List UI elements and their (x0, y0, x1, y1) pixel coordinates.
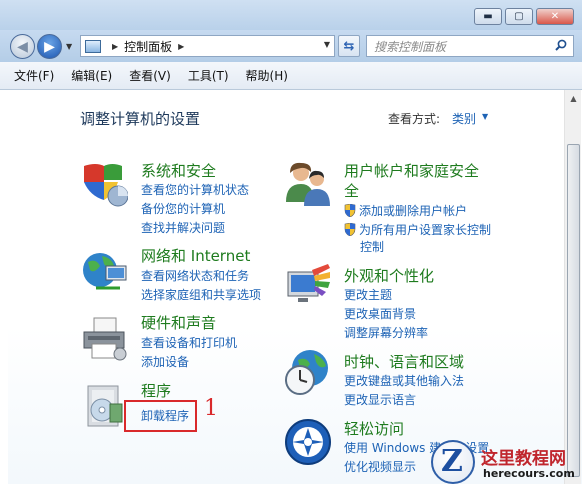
menu-tools[interactable]: 工具(T) (188, 67, 229, 84)
category-title-clock-language[interactable]: 时钟、语言和区域 (344, 351, 464, 372)
link-parental-controls-label[interactable]: 为所有用户设置家长控制 (359, 223, 491, 237)
link-change-background[interactable]: 更改桌面背景 (344, 305, 416, 322)
minimize-button[interactable]: ▬ (474, 8, 502, 25)
watermark: Z 这里教程网 herecours.com (431, 440, 582, 484)
navigation-bar: ◀ ▶ ▼ ▶ 控制面板 ▶ ▼ ⇆ 搜索控制面板 (0, 30, 582, 62)
clock-globe-icon[interactable] (284, 348, 332, 396)
watermark-url: herecours.com (483, 467, 575, 480)
annotation-step-number: 1 (204, 396, 218, 421)
annotation-highlight-box (124, 400, 197, 432)
arrow-right-icon: ▶ (44, 38, 55, 55)
chevron-right-icon[interactable]: ▶ (112, 42, 118, 51)
content-area: 调整计算机的设置 查看方式: 类别 ▼ 系统和安全 查看您的计算机状态 备份您的… (8, 90, 582, 484)
vertical-scrollbar[interactable]: ▲ (564, 90, 581, 484)
watermark-name: 这里教程网 (481, 449, 566, 469)
breadcrumb-control-panel[interactable]: 控制面板 (124, 38, 172, 55)
address-dropdown-icon[interactable]: ▼ (324, 40, 330, 49)
forward-button[interactable]: ▶ (37, 34, 62, 59)
link-change-keyboard-input[interactable]: 更改键盘或其他输入法 (344, 372, 464, 389)
page-title: 调整计算机的设置 (80, 110, 201, 128)
shield-icon[interactable] (80, 160, 128, 208)
menu-bar: 文件(F) 编辑(E) 查看(V) 工具(T) 帮助(H) (0, 62, 582, 90)
refresh-icon: ⇆ (343, 38, 355, 54)
link-change-theme[interactable]: 更改主题 (344, 286, 392, 303)
scroll-thumb[interactable] (567, 144, 580, 477)
search-input[interactable]: 搜索控制面板 (374, 38, 446, 55)
uac-shield-icon (344, 223, 356, 236)
link-troubleshoot[interactable]: 查找并解决问题 (141, 219, 225, 236)
refresh-button[interactable]: ⇆ (338, 35, 360, 57)
link-view-computer-status[interactable]: 查看您的计算机状态 (141, 181, 249, 198)
chevron-right-icon[interactable]: ▶ (178, 42, 184, 51)
link-backup-computer[interactable]: 备份您的计算机 (141, 200, 225, 217)
link-add-remove-accounts-label[interactable]: 添加或删除用户帐户 (359, 204, 467, 218)
close-button[interactable]: ✕ (536, 8, 574, 25)
link-parental-controls-wrap[interactable]: 控制 (360, 238, 384, 255)
category-title-user-accounts[interactable]: 用户帐户和家庭安全 (344, 160, 479, 181)
view-by-dropdown[interactable]: 类别 (452, 110, 476, 127)
arrow-left-icon: ◀ (17, 38, 28, 55)
appearance-icon[interactable] (284, 262, 332, 310)
programs-icon[interactable] (80, 382, 128, 430)
uac-shield-icon (344, 204, 356, 217)
link-parental-controls[interactable]: 为所有用户设置家长控制 (344, 221, 491, 238)
search-box[interactable]: 搜索控制面板 (366, 35, 574, 57)
link-optimize-visual-display[interactable]: 优化视频显示 (344, 458, 416, 475)
users-icon[interactable] (284, 160, 332, 208)
back-button[interactable]: ◀ (10, 34, 35, 59)
link-screen-resolution[interactable]: 调整屏幕分辨率 (344, 324, 428, 341)
category-title-programs[interactable]: 程序 (141, 380, 171, 401)
chevron-down-icon[interactable]: ▼ (482, 112, 488, 121)
category-title-network-internet[interactable]: 网络和 Internet (141, 245, 250, 266)
ease-of-access-icon[interactable] (284, 418, 332, 466)
menu-edit[interactable]: 编辑(E) (71, 67, 112, 84)
watermark-logo-letter: Z (441, 444, 463, 479)
network-globe-icon[interactable] (80, 248, 128, 296)
recent-pages-dropdown[interactable]: ▼ (66, 42, 72, 51)
category-title-appearance[interactable]: 外观和个性化 (344, 265, 434, 286)
scroll-up-icon[interactable]: ▲ (565, 90, 582, 107)
title-bar: ▬ ▢ ✕ (0, 0, 582, 30)
link-add-remove-accounts[interactable]: 添加或删除用户帐户 (344, 202, 467, 219)
view-by-label: 查看方式: (388, 112, 441, 126)
menu-file[interactable]: 文件(F) (14, 67, 54, 84)
watermark-logo: Z (431, 440, 475, 484)
search-icon[interactable] (555, 39, 567, 51)
category-title-system-security[interactable]: 系统和安全 (141, 160, 216, 181)
maximize-button[interactable]: ▢ (505, 8, 533, 25)
category-title-hardware-sound[interactable]: 硬件和声音 (141, 312, 216, 333)
printer-icon[interactable] (80, 314, 128, 362)
address-bar[interactable]: ▶ 控制面板 ▶ ▼ (80, 35, 335, 57)
link-add-device[interactable]: 添加设备 (141, 353, 189, 370)
category-title-ease-of-access[interactable]: 轻松访问 (344, 418, 404, 439)
menu-view[interactable]: 查看(V) (129, 67, 171, 84)
menu-help[interactable]: 帮助(H) (246, 67, 288, 84)
category-title-user-accounts-wrap[interactable]: 全 (344, 180, 359, 201)
link-network-status-tasks[interactable]: 查看网络状态和任务 (141, 267, 249, 284)
link-devices-printers[interactable]: 查看设备和打印机 (141, 334, 237, 351)
link-homegroup-sharing[interactable]: 选择家庭组和共享选项 (141, 286, 261, 303)
link-change-display-language[interactable]: 更改显示语言 (344, 391, 416, 408)
window-controls: ▬ ▢ ✕ (474, 8, 574, 25)
control-panel-icon (85, 39, 101, 53)
